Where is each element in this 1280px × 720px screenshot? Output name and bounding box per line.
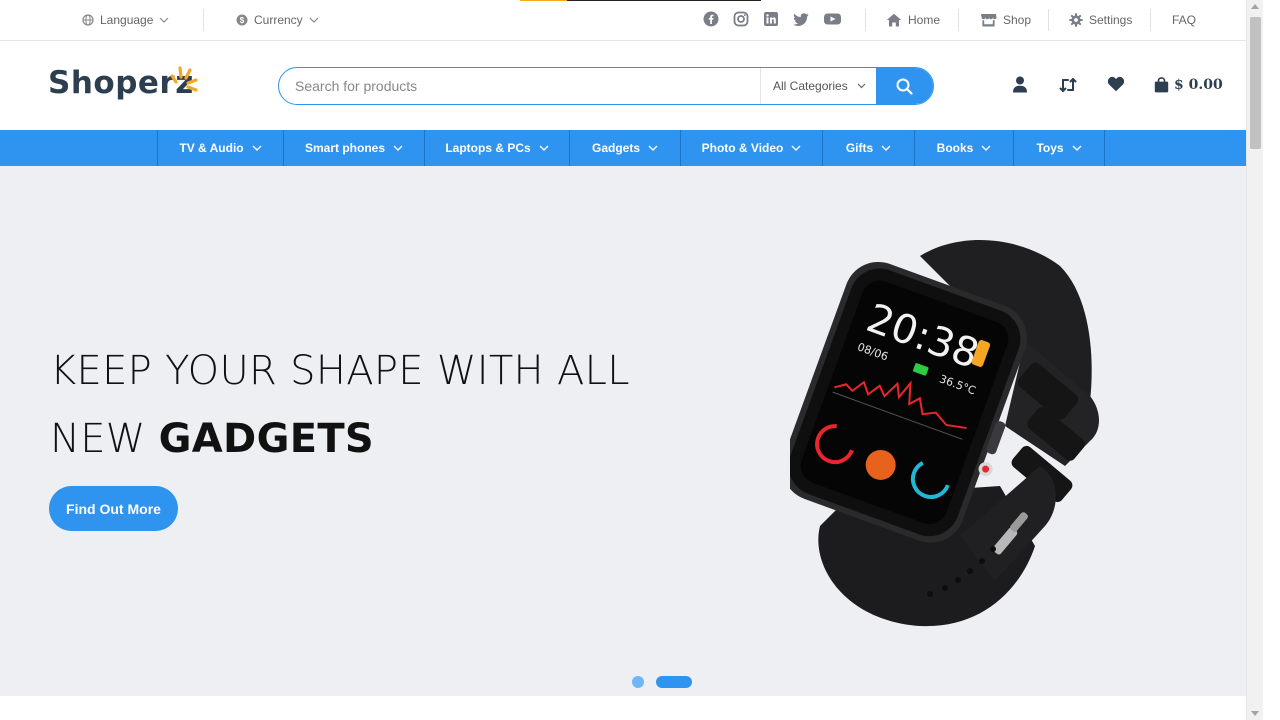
home-icon — [886, 13, 902, 27]
hero-title-prefix: NEW — [50, 416, 159, 462]
divider — [203, 9, 204, 31]
category-select-value: All Categories — [773, 79, 848, 93]
shop-link[interactable]: Shop — [980, 0, 1031, 40]
chevron-down-icon — [857, 83, 866, 89]
nav-item-gifts[interactable]: Gifts — [823, 130, 915, 166]
search-button[interactable] — [876, 68, 933, 104]
divider — [865, 9, 866, 31]
chevron-down-icon — [159, 17, 169, 23]
nav-item-label: TV & Audio — [179, 141, 244, 155]
shopping-bag-icon — [1154, 77, 1169, 93]
facebook-icon[interactable] — [703, 11, 721, 29]
currency-selector[interactable]: $ Currency — [236, 0, 319, 40]
nav-item-label: Photo & Video — [701, 141, 784, 155]
top-bar: Language $ Currency Home Shop Settings F… — [0, 0, 1263, 41]
cart-button[interactable]: $ 0.00 — [1154, 77, 1223, 93]
twitter-icon[interactable] — [793, 11, 811, 29]
nav-item-label: Toys — [1036, 141, 1064, 155]
find-out-more-button[interactable]: Find Out More — [49, 486, 178, 531]
chevron-down-icon — [791, 145, 801, 151]
scroll-down-arrow-icon[interactable] — [1251, 711, 1259, 716]
user-icon — [1013, 76, 1027, 93]
nav-item-photo-video[interactable]: Photo & Video — [681, 130, 823, 166]
nav-item-books[interactable]: Books — [915, 130, 1014, 166]
slide-dot[interactable] — [632, 676, 644, 688]
scroll-up-arrow-icon[interactable] — [1251, 4, 1259, 9]
nav-item-label: Laptops & PCs — [445, 141, 531, 155]
nav-item-tv-audio[interactable]: TV & Audio — [157, 130, 284, 166]
youtube-icon[interactable] — [823, 11, 843, 29]
currency-icon: $ — [236, 14, 248, 26]
page-scrollbar[interactable] — [1246, 0, 1263, 720]
chevron-down-icon — [648, 145, 658, 151]
account-button[interactable] — [1012, 76, 1030, 94]
svg-text:$: $ — [240, 16, 245, 25]
chevron-down-icon — [981, 145, 991, 151]
hero-title: KEEP YOUR SHAPE WITH ALL NEW GADGETS — [50, 337, 630, 473]
site-header: Shoperz All Categories — [0, 41, 1263, 130]
shop-link-label: Shop — [1003, 13, 1032, 27]
heart-icon — [1107, 76, 1125, 92]
nav-item-gadgets[interactable]: Gadgets — [570, 130, 681, 166]
home-link[interactable]: Home — [886, 0, 940, 40]
settings-link[interactable]: Settings — [1069, 0, 1132, 40]
cart-total: $ 0.00 — [1174, 77, 1223, 93]
home-link-label: Home — [908, 13, 941, 27]
compare-icon — [1059, 78, 1077, 92]
nav-item-toys[interactable]: Toys — [1014, 130, 1105, 166]
chevron-down-icon — [881, 145, 891, 151]
nav-item-laptops-pcs[interactable]: Laptops & PCs — [425, 130, 570, 166]
nav-item-smart-phones[interactable]: Smart phones — [284, 130, 425, 166]
slider-pagination — [632, 676, 692, 688]
scrollbar-thumb[interactable] — [1250, 17, 1261, 149]
globe-icon — [82, 14, 94, 26]
chevron-down-icon — [252, 145, 262, 151]
nav-item-label: Books — [936, 141, 974, 155]
logo-sun-icon — [170, 66, 198, 92]
gear-icon — [1069, 13, 1083, 27]
chevron-down-icon — [1072, 145, 1082, 151]
smartwatch-image: 20:38 08/06 36.5°C — [790, 239, 1099, 627]
chevron-down-icon — [393, 145, 403, 151]
chevron-down-icon — [539, 145, 549, 151]
faq-link-label: FAQ — [1172, 13, 1197, 27]
faq-link[interactable]: FAQ — [1172, 0, 1196, 40]
nav-item-label: Gifts — [845, 141, 874, 155]
category-nav: TV & Audio Smart phones Laptops & PCs Ga… — [0, 130, 1263, 166]
compare-button[interactable] — [1059, 76, 1077, 94]
hero-title-line-2: NEW GADGETS — [50, 405, 630, 473]
category-select[interactable]: All Categories — [760, 68, 876, 104]
currency-label: Currency — [254, 13, 303, 27]
linkedin-icon[interactable] — [763, 11, 781, 29]
language-selector[interactable]: Language — [82, 0, 169, 40]
store-icon — [981, 14, 997, 27]
divider — [1150, 9, 1151, 31]
instagram-icon[interactable] — [733, 11, 751, 29]
divider — [1048, 9, 1049, 31]
divider — [958, 9, 959, 31]
search-bar: All Categories — [278, 67, 934, 105]
nav-item-label: Gadgets — [591, 141, 640, 155]
chevron-down-icon — [309, 17, 319, 23]
nav-item-label: Smart phones — [304, 141, 385, 155]
search-icon — [896, 78, 913, 95]
social-links — [703, 11, 843, 29]
hero-title-highlight: GADGETS — [158, 416, 375, 462]
settings-link-label: Settings — [1089, 13, 1133, 27]
wishlist-button[interactable] — [1107, 76, 1125, 94]
hero-slider: KEEP YOUR SHAPE WITH ALL NEW GADGETS Fin… — [0, 166, 1263, 696]
page: Language $ Currency Home Shop Settings F… — [0, 0, 1263, 720]
page-loading-bar — [520, 0, 761, 1]
language-label: Language — [100, 13, 154, 27]
search-input[interactable] — [279, 68, 760, 104]
slide-dot-active[interactable] — [656, 676, 692, 688]
hero-title-line-1: KEEP YOUR SHAPE WITH ALL — [50, 348, 630, 394]
